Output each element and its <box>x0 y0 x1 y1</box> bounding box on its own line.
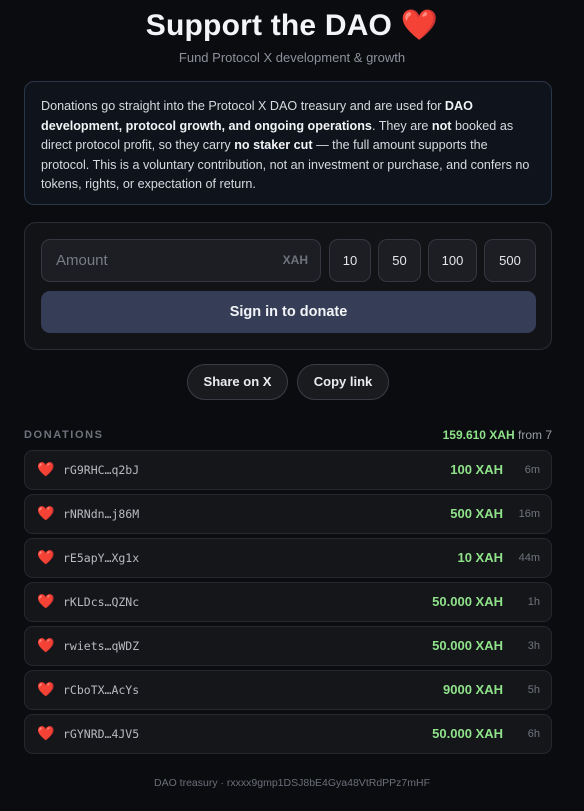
donation-row: ❤️ rKLDcs…QZNc 50.000 XAH 1h <box>24 582 552 622</box>
donor-address: rKLDcs…QZNc <box>63 595 140 609</box>
heart-icon: ❤️ <box>37 725 55 741</box>
donation-amount: 100 XAH <box>450 462 503 477</box>
donor-address: rCboTX…AcYs <box>63 683 140 697</box>
heart-icon: ❤️ <box>37 593 55 609</box>
donations-total: 159.610 XAH from 7 <box>443 428 552 442</box>
preset-500-button[interactable]: 500 <box>484 239 536 282</box>
amount-unit: XAH <box>282 253 308 267</box>
donor-address: rG9RHC…q2bJ <box>63 463 140 477</box>
preset-100-button[interactable]: 100 <box>428 239 477 282</box>
donate-page: Support the DAO ❤️ Fund Protocol X devel… <box>0 0 584 811</box>
notice-text-1: Donations go straight into the Protocol … <box>41 99 445 113</box>
copy-link-button[interactable]: Copy link <box>297 364 389 400</box>
treasury-footer: DAO treasury · rxxxx9gmp1DSJ8bE4Gya48VtR… <box>153 777 430 789</box>
donation-time: 6h <box>527 728 540 740</box>
donate-card: XAH 10 50 100 500 Sign in to donate <box>24 222 552 350</box>
donation-amount: 50.000 XAH <box>432 726 503 741</box>
donation-amount: 50.000 XAH <box>432 594 503 609</box>
donation-time: 44m <box>518 552 540 564</box>
donor-address: rwiets…qWDZ <box>63 639 140 653</box>
donation-time: 1h <box>527 596 540 608</box>
donation-row: ❤️ rwiets…qWDZ 50.000 XAH 3h <box>24 626 552 666</box>
donor-address: rGYNRD…4JV5 <box>63 727 140 741</box>
heart-icon: ❤️ <box>400 9 439 42</box>
donation-amount: 500 XAH <box>450 506 503 521</box>
heart-icon: ❤️ <box>37 637 55 653</box>
donation-amount: 9000 XAH <box>443 682 503 697</box>
donation-row: ❤️ rNRNdn…j86M 500 XAH 16m <box>24 494 552 534</box>
donation-notice: Donations go straight into the Protocol … <box>24 81 552 205</box>
amount-field[interactable]: XAH <box>41 239 321 282</box>
donation-row: ❤️ rGYNRD…4JV5 50.000 XAH 6h <box>24 714 552 754</box>
notice-bold-3: no staker cut <box>234 138 313 153</box>
donation-time: 16m <box>518 508 540 520</box>
heart-icon: ❤️ <box>37 549 55 565</box>
donations-header: DONATIONS <box>24 429 104 441</box>
notice-text-2: . They are <box>371 118 432 133</box>
preset-50-button[interactable]: 50 <box>378 239 421 282</box>
amount-input[interactable] <box>42 240 272 281</box>
donor-address: rNRNdn…j86M <box>63 507 140 521</box>
donor-address: rE5apY…Xg1x <box>63 551 140 565</box>
heart-icon: ❤️ <box>37 505 55 521</box>
donation-amount: 50.000 XAH <box>432 638 503 653</box>
notice-bold-2: not <box>431 118 452 133</box>
donations-total-amount: 159.610 XAH <box>442 428 515 442</box>
donation-row: ❤️ rCboTX…AcYs 9000 XAH 5h <box>24 670 552 710</box>
donation-amount: 10 XAH <box>457 550 503 565</box>
heart-icon: ❤️ <box>37 461 55 477</box>
share-on-x-button[interactable]: Share on X <box>187 364 288 400</box>
donation-time: 5h <box>527 684 540 696</box>
donation-row: ❤️ rE5apY…Xg1x 10 XAH 44m <box>24 538 552 578</box>
donations-from-count: from 7 <box>517 428 552 442</box>
donation-time: 6m <box>524 464 540 476</box>
page-subtitle: Fund Protocol X development & growth <box>178 50 406 65</box>
donation-row: ❤️ rG9RHC…q2bJ 100 XAH 6m <box>24 450 552 490</box>
heart-icon: ❤️ <box>37 681 55 697</box>
page-title-text: Support the DAO <box>145 9 393 42</box>
sign-in-to-donate-button[interactable]: Sign in to donate <box>41 291 536 333</box>
preset-10-button[interactable]: 10 <box>329 239 371 282</box>
donation-time: 3h <box>527 640 540 652</box>
page-title: Support the DAO ❤️ <box>0 8 584 43</box>
